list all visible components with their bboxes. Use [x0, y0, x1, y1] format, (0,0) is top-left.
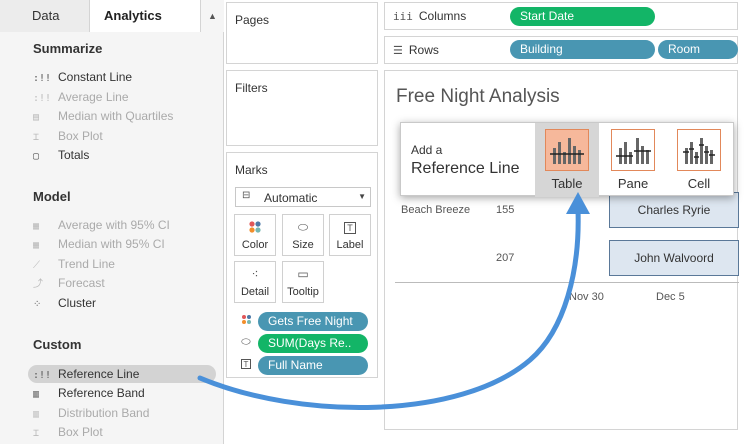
marks-field-full-name[interactable]: Full Name [258, 356, 368, 375]
row-label-room-155: 155 [496, 204, 515, 216]
marks-field-sum-days[interactable]: SUM(Days Re.. [258, 334, 368, 353]
chevron-down-icon: ▼ [358, 192, 366, 201]
color-field-icon [239, 314, 253, 328]
average-ci-icon: ▦ [33, 221, 40, 232]
pages-shelf[interactable]: Pages [226, 2, 378, 64]
mark-type-value: Automatic [264, 191, 318, 205]
tab-analytics[interactable]: Analytics [90, 0, 200, 32]
analytics-item-box-plot: ⌶ Box Plot [33, 127, 103, 145]
analytics-item-totals[interactable]: ▢ Totals [33, 146, 89, 164]
table-scope-icon [545, 129, 589, 171]
analytics-item-trend-line: ⟋ Trend Line [33, 255, 115, 273]
analytics-pane: Data Analytics ▲ Summarize :!! Constant L… [0, 0, 224, 444]
tab-menu-arrow-icon[interactable]: ▲ [200, 0, 224, 32]
marks-detail-button[interactable]: ⁖ Detail [234, 261, 276, 303]
cell-scope-icon [677, 129, 721, 171]
analytics-item-constant-line[interactable]: :!! Constant Line [33, 68, 132, 86]
analytics-item-forecast: ⤴ Forecast [33, 274, 105, 292]
filters-shelf-title: Filters [235, 81, 268, 95]
analytics-item-box-plot-custom: ⌶ Box Plot [33, 423, 103, 441]
analytics-item-median-ci: ▦ Median with 95% CI [33, 235, 165, 253]
scope-option-cell-label: Cell [687, 176, 711, 191]
distribution-band-icon: ▥ [33, 409, 40, 420]
cluster-icon: ⁘ [33, 299, 42, 310]
gantt-mark-icon: ⊟ [242, 190, 251, 201]
label-icon: T [330, 220, 370, 236]
date-axis-line [395, 282, 739, 283]
gantt-bar-john-walvoord[interactable]: John Walvoord [609, 240, 739, 276]
filters-shelf[interactable]: Filters [226, 70, 378, 146]
label-field-icon: T [239, 358, 253, 370]
analytics-item-reference-band[interactable]: ▥ Reference Band [33, 384, 145, 402]
median-ci-icon: ▦ [33, 240, 40, 251]
popup-title: Reference Line [411, 160, 520, 177]
tab-data[interactable]: Data [0, 0, 90, 32]
rows-icon: ☰ [393, 44, 403, 57]
analytics-item-cluster[interactable]: ⁘ Cluster [33, 294, 96, 312]
reference-band-icon: ▥ [33, 389, 40, 400]
axis-tick-nov-30: Nov 30 [569, 291, 604, 303]
analytics-item-median-quartiles: ▤ Median with Quartiles [33, 107, 173, 125]
rows-pill-building[interactable]: Building [510, 40, 655, 59]
analytics-item-reference-line[interactable]: :!! Reference Line [28, 365, 216, 383]
analytics-item-average-ci: ▦ Average with 95% CI [33, 216, 170, 234]
marks-field-gets-free-night[interactable]: Gets Free Night [258, 312, 368, 331]
pane-tabs: Data Analytics ▲ [0, 0, 224, 32]
box-plot-icon: ⌶ [33, 132, 40, 143]
section-title-summarize: Summarize [33, 41, 103, 56]
view-title: Free Night Analysis [396, 86, 560, 107]
popup-add-label: Add a [411, 143, 443, 157]
pages-shelf-title: Pages [235, 13, 270, 27]
row-label-building: Beach Breeze [401, 204, 471, 216]
median-quartiles-icon: ▤ [33, 112, 40, 123]
columns-icon: iii [393, 10, 413, 23]
tooltip-icon: ▭ [297, 267, 309, 281]
mark-type-dropdown[interactable]: ⊟ Automatic ▼ [235, 187, 371, 207]
columns-pill-start-date[interactable]: Start Date [510, 7, 655, 26]
pane-scope-icon [611, 129, 655, 171]
scope-option-pane[interactable]: Pane [601, 123, 665, 197]
columns-shelf-label: Columns [418, 9, 467, 23]
totals-icon: ▢ [33, 151, 40, 162]
scope-option-pane-label: Pane [617, 176, 649, 191]
detail-icon: ⁖ [251, 267, 259, 281]
analytics-item-average-line: :!! Average Line [33, 88, 129, 106]
analytics-item-distribution-band: ▥ Distribution Band [33, 404, 149, 422]
scope-option-table-label: Table [551, 176, 583, 191]
marks-tooltip-button[interactable]: ▭ Tooltip [282, 261, 324, 303]
marks-size-button[interactable]: ⬭ Size [282, 214, 324, 256]
gantt-bar-charles-ryrie[interactable]: Charles Ryrie [609, 192, 739, 228]
forecast-icon: ⤴ [33, 279, 43, 290]
constant-line-icon: :!! [33, 73, 52, 84]
scope-option-cell[interactable]: Cell [667, 123, 731, 197]
reference-line-drop-target: Add a Reference Line Table Pane Cell [400, 122, 734, 197]
average-line-icon: :!! [33, 93, 52, 104]
marks-card-title: Marks [235, 163, 268, 177]
size-field-icon: ⬭ [241, 336, 251, 348]
box-plot-icon: ⌶ [33, 428, 40, 439]
scope-option-table[interactable]: Table [535, 123, 599, 197]
section-title-model: Model [33, 189, 71, 204]
trend-line-icon: ⟋ [33, 260, 40, 271]
color-icon [235, 220, 275, 236]
marks-label-button[interactable]: T Label [329, 214, 371, 256]
reference-line-icon: :!! [33, 370, 52, 381]
row-label-room-207: 207 [496, 252, 515, 264]
rows-shelf-label: Rows [408, 43, 439, 57]
axis-tick-dec-5: Dec 5 [656, 291, 685, 303]
section-title-custom: Custom [33, 337, 82, 352]
marks-color-button[interactable]: Color [234, 214, 276, 256]
rows-pill-room[interactable]: Room [658, 40, 738, 59]
size-icon: ⬭ [297, 220, 309, 234]
